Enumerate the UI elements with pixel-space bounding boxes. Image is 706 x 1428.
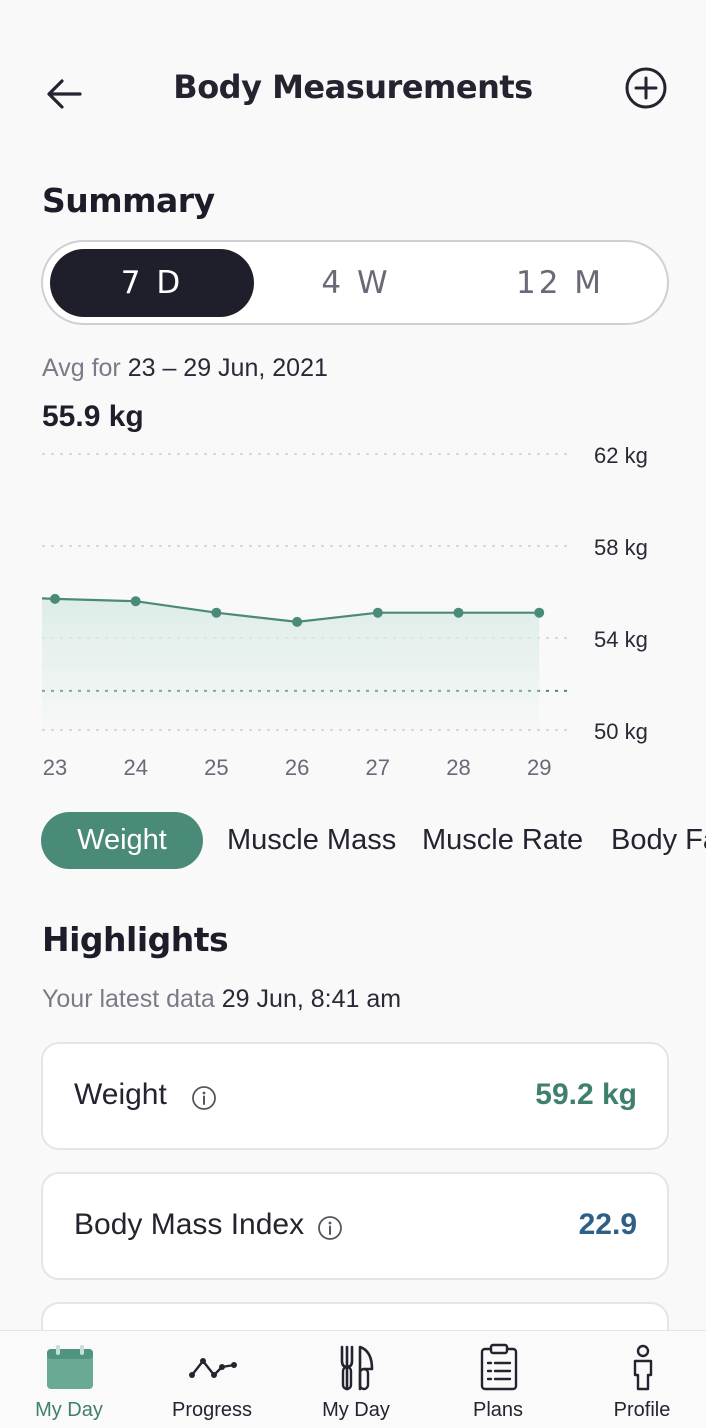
summary-heading: Summary — [42, 181, 215, 220]
nav-label: Plans — [472, 1399, 524, 1421]
add-measurement-button[interactable] — [622, 64, 670, 112]
range-option-12m[interactable]: 12 M — [458, 249, 662, 317]
weight-chart: 62 kg 58 kg 54 kg 50 kg 23 24 25 26 27 28 29 — [41, 443, 648, 780]
nav-label: Progress — [171, 1399, 253, 1421]
highlight-card-bmi[interactable]: Body Mass Index 22.9 — [41, 1172, 669, 1280]
y-tick-label: 58 kg — [594, 535, 648, 560]
range-option-7d[interactable]: 7 D — [50, 249, 254, 317]
highlight-value: 22.9 — [578, 1208, 637, 1241]
person-icon — [633, 1344, 653, 1391]
x-tick-label: 29 — [527, 755, 551, 780]
header: Body Measurements — [0, 60, 706, 120]
average-label: Avg for — [42, 354, 121, 382]
x-tick-label: 24 — [123, 755, 147, 780]
range-toggle: 7 D 4 W 12 M — [41, 240, 669, 325]
clipboard-icon — [480, 1343, 518, 1391]
nav-item-my-day[interactable]: My Day — [9, 1331, 129, 1428]
latest-data-line: Your latest data 29 Jun, 8:41 am — [42, 985, 401, 1014]
nav-item-profile[interactable]: Profile — [582, 1331, 702, 1428]
nav-label: My Day — [35, 1399, 103, 1421]
highlights-heading: Highlights — [42, 920, 229, 959]
y-tick-label: 50 kg — [594, 719, 648, 744]
range-option-4w[interactable]: 4 W — [254, 249, 458, 317]
info-icon[interactable] — [191, 1085, 217, 1111]
page-title: Body Measurements — [173, 68, 533, 106]
average-dates: 23 – 29 Jun, 2021 — [127, 354, 328, 382]
x-tick-label: 26 — [285, 755, 309, 780]
highlight-card-weight[interactable]: Weight 59.2 kg — [41, 1042, 669, 1150]
highlight-value: 59.2 kg — [535, 1078, 637, 1111]
data-point[interactable] — [211, 607, 222, 618]
latest-data-datetime: 29 Jun, 8:41 am — [221, 985, 402, 1013]
highlight-label: Body Mass Index — [74, 1208, 305, 1241]
average-period: Avg for 23 – 29 Jun, 2021 — [42, 354, 328, 383]
progress-icon — [189, 1358, 237, 1378]
nav-label: Profile — [613, 1399, 671, 1421]
nav-label: My Day — [322, 1399, 390, 1421]
highlight-label: Weight — [74, 1078, 167, 1111]
average-value: 55.9 kg — [42, 400, 144, 433]
series-area — [42, 598, 540, 730]
bottom-navigation: My Day Progress My Day Plans Profile — [0, 1330, 706, 1428]
info-icon[interactable] — [317, 1215, 343, 1241]
y-tick-label: 62 kg — [594, 443, 648, 468]
metric-chip-weight[interactable]: Weight — [41, 812, 203, 869]
data-point[interactable] — [50, 593, 60, 604]
data-point[interactable] — [130, 596, 141, 607]
metric-chip-body-fat[interactable]: Body Fat — [611, 812, 706, 869]
x-tick-label: 25 — [204, 755, 228, 780]
x-tick-label: 28 — [446, 755, 470, 780]
metric-chip-muscle-mass[interactable]: Muscle Mass — [227, 812, 396, 869]
nav-item-progress[interactable]: Progress — [152, 1331, 272, 1428]
data-point[interactable] — [534, 607, 545, 618]
metric-selector: Weight Muscle Mass Muscle Rate Body Fat — [0, 812, 706, 872]
data-point[interactable] — [453, 607, 464, 618]
plus-circle-icon — [625, 67, 667, 109]
calendar-icon — [47, 1345, 93, 1389]
data-point[interactable] — [292, 616, 303, 627]
nav-item-plans[interactable]: Plans — [438, 1331, 558, 1428]
nav-item-meals[interactable]: My Day — [296, 1331, 416, 1428]
metric-chip-muscle-rate[interactable]: Muscle Rate — [422, 812, 583, 869]
data-point[interactable] — [372, 607, 383, 618]
x-tick-label: 27 — [366, 755, 390, 780]
x-tick-label: 23 — [43, 755, 67, 780]
y-tick-label: 54 kg — [594, 627, 648, 652]
latest-data-label: Your latest data — [42, 985, 215, 1013]
cutlery-icon — [340, 1345, 374, 1391]
